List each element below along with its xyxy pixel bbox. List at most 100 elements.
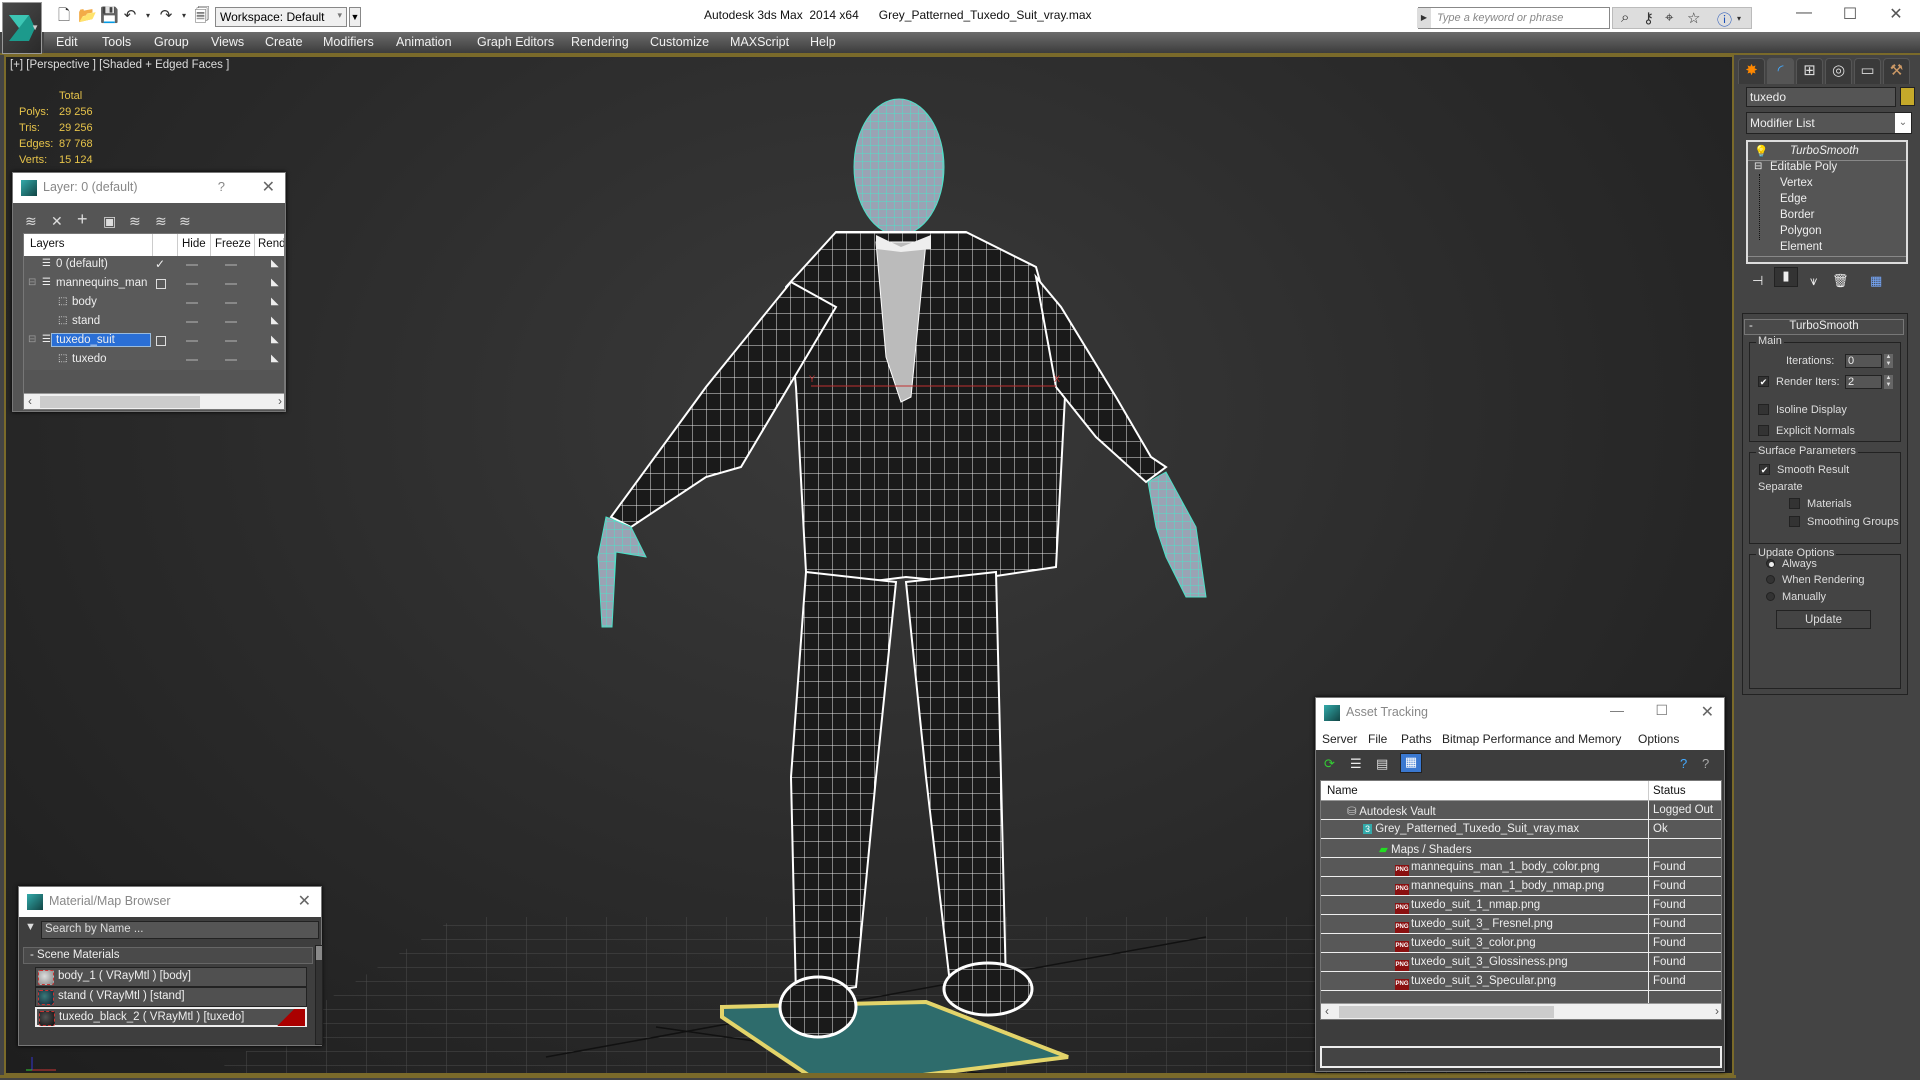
menu-customize[interactable]: Customize: [650, 35, 709, 49]
asset-row[interactable]: ▰ Maps / Shaders: [1321, 839, 1721, 858]
close-button[interactable]: ✕: [1701, 702, 1714, 722]
scrollbar-thumb[interactable]: [40, 396, 200, 408]
asset-menu-server[interactable]: Server: [1322, 732, 1357, 746]
update-button[interactable]: Update: [1776, 610, 1871, 629]
stack-subobject-polygon[interactable]: Polygon: [1780, 225, 1822, 237]
smooth-result-checkbox[interactable]: ✔: [1759, 464, 1770, 475]
rollout-header[interactable]: - TurboSmooth: [1744, 319, 1904, 335]
open-file-icon[interactable]: 📂: [78, 8, 97, 24]
material-item[interactable]: body_1 ( VRayMtl ) [body]: [35, 967, 307, 987]
render-teapot-icon[interactable]: ◣: [271, 277, 279, 288]
freeze-toggle[interactable]: [225, 302, 237, 304]
redo-icon[interactable]: ↷: [158, 8, 174, 24]
undo-icon[interactable]: ↶: [122, 8, 138, 24]
satellite-icon[interactable]: ⌖: [1665, 9, 1673, 26]
asset-row[interactable]: ⛁ Autodesk Vault Logged Out: [1321, 801, 1721, 820]
help-query-icon[interactable]: ?: [1680, 756, 1687, 771]
workspace-dropdown[interactable]: Workspace: Default ▾: [215, 7, 347, 27]
materials-checkbox[interactable]: [1789, 498, 1800, 509]
maximize-button[interactable]: ☐: [1830, 4, 1870, 26]
hide-toggle[interactable]: [186, 302, 198, 304]
menu-group[interactable]: Group: [154, 35, 189, 49]
menu-maxscript[interactable]: MAXScript: [730, 35, 789, 49]
close-button[interactable]: ✕: [298, 891, 311, 911]
scene-materials-group[interactable]: - Scene Materials: [23, 947, 313, 964]
remove-modifier-icon[interactable]: 🗑: [1832, 273, 1849, 289]
current-layer-checkbox[interactable]: [156, 279, 166, 289]
column-name[interactable]: Name: [1327, 785, 1358, 797]
asset-row[interactable]: PNG tuxedo_suit_3_Specular.png Found: [1321, 972, 1721, 991]
search-input[interactable]: ▶ Type a keyword or phrase: [1417, 7, 1610, 29]
search-expand-icon[interactable]: ▶: [1417, 8, 1431, 28]
scroll-left-icon[interactable]: ‹: [1325, 1004, 1329, 1018]
hide-toggle[interactable]: [186, 264, 198, 266]
create-layer-icon[interactable]: ≋: [25, 213, 37, 230]
tree-view-icon[interactable]: ▤: [1376, 756, 1388, 772]
scroll-left-icon[interactable]: ‹: [28, 394, 32, 408]
menu-help[interactable]: Help: [810, 35, 836, 49]
modify-tab-icon[interactable]: ◜: [1767, 58, 1794, 84]
asset-row[interactable]: PNG tuxedo_suit_1_nmap.png Found: [1321, 896, 1721, 915]
stack-item-turbosmooth[interactable]: TurboSmooth: [1790, 145, 1859, 157]
column-layers[interactable]: Layers: [30, 238, 65, 250]
menu-graph-editors[interactable]: Graph Editors: [477, 35, 554, 49]
asset-menu-options[interactable]: Options: [1638, 732, 1679, 746]
collapse-icon[interactable]: ⊟: [1754, 161, 1762, 172]
layer-dialog-titlebar[interactable]: Layer: 0 (default) ? ✕: [13, 173, 285, 203]
binoculars-icon[interactable]: ⌕: [1621, 9, 1629, 26]
asset-row[interactable]: PNG mannequins_man_1_body_color.png Found: [1321, 858, 1721, 877]
update-manually-radio[interactable]: [1766, 592, 1775, 601]
layer-row-selected[interactable]: ⊟ ☰ tuxedo_suit ◣: [24, 332, 284, 351]
scrollbar-thumb[interactable]: [316, 946, 322, 960]
layer-row[interactable]: ⬚ stand ◣: [24, 313, 284, 332]
freeze-toggle[interactable]: [225, 359, 237, 361]
quick-access-customize-button[interactable]: ▼: [349, 7, 361, 27]
update-always-radio[interactable]: [1766, 559, 1775, 568]
browser-options-menu-icon[interactable]: ▼: [25, 921, 36, 933]
column-freeze[interactable]: Freeze: [215, 238, 251, 250]
asset-row[interactable]: 3 Grey_Patterned_Tuxedo_Suit_vray.max Ok: [1321, 820, 1721, 839]
display-tab-icon[interactable]: ▭: [1854, 58, 1881, 84]
undo-dropdown-icon[interactable]: ▾: [140, 8, 156, 24]
asset-tracking-titlebar[interactable]: Asset Tracking — ☐ ✕: [1316, 698, 1724, 728]
isoline-display-checkbox[interactable]: [1758, 404, 1769, 415]
explicit-normals-checkbox[interactable]: [1758, 425, 1769, 436]
smoothing-groups-checkbox[interactable]: [1789, 516, 1800, 527]
app-menu-button[interactable]: ▼: [2, 2, 42, 54]
render-teapot-icon[interactable]: ◣: [271, 315, 279, 326]
show-end-result-icon[interactable]: ▮: [1774, 267, 1798, 287]
help-icon[interactable]: ⓘ: [1717, 9, 1732, 30]
table-view-icon[interactable]: ▦: [1400, 753, 1422, 773]
spinner-arrows-icon[interactable]: ▲ ▼: [1884, 354, 1893, 368]
stack-subobject-edge[interactable]: Edge: [1780, 193, 1807, 205]
freeze-layers-icon[interactable]: ≋: [179, 213, 191, 230]
iterations-spinner[interactable]: 0: [1845, 354, 1882, 368]
freeze-toggle[interactable]: [225, 264, 237, 266]
make-unique-icon[interactable]: ⩛: [1810, 273, 1817, 289]
vertical-scrollbar[interactable]: [315, 945, 323, 1045]
stack-subobject-vertex[interactable]: Vertex: [1780, 177, 1813, 189]
project-folder-icon[interactable]: 🗐: [194, 8, 210, 24]
asset-menu-bitmap-performance[interactable]: Bitmap Performance and Memory: [1442, 732, 1621, 746]
current-layer-checkbox[interactable]: [156, 336, 166, 346]
hide-toggle[interactable]: [186, 283, 198, 285]
scroll-right-icon[interactable]: ›: [1715, 1004, 1719, 1018]
layer-row[interactable]: ⬚ tuxedo ◣: [24, 351, 284, 370]
column-status[interactable]: Status: [1653, 785, 1686, 797]
collapse-rollout-icon[interactable]: -: [1749, 320, 1753, 332]
render-teapot-icon[interactable]: ◣: [271, 353, 279, 364]
help-button[interactable]: ?: [218, 179, 225, 194]
delete-layer-icon[interactable]: ✕: [51, 213, 63, 230]
menu-tools[interactable]: Tools: [102, 35, 131, 49]
collapse-icon[interactable]: ⊟: [28, 277, 36, 288]
maximize-button[interactable]: ☐: [1655, 702, 1668, 719]
star-icon[interactable]: ☆: [1687, 9, 1700, 27]
freeze-toggle[interactable]: [225, 283, 237, 285]
material-item-selected[interactable]: tuxedo_black_2 ( VRayMtl ) [tuxedo]: [35, 1007, 307, 1027]
render-teapot-icon[interactable]: ◣: [271, 334, 279, 345]
column-render[interactable]: Rend: [258, 238, 284, 250]
hide-toggle[interactable]: [186, 359, 198, 361]
list-view-icon[interactable]: ☰: [1350, 756, 1362, 772]
render-iters-spinner[interactable]: 2: [1845, 375, 1882, 389]
new-file-icon[interactable]: 🗋: [56, 8, 72, 24]
